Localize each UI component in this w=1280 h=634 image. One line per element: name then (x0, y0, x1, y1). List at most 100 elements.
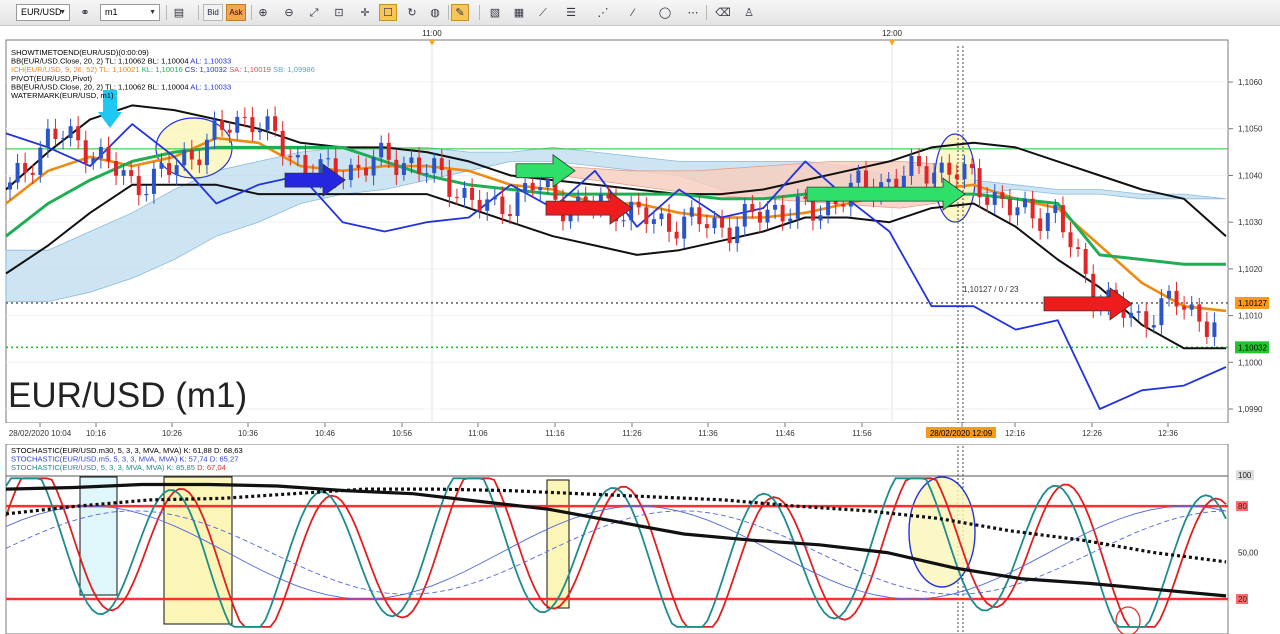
candle-body (1197, 304, 1202, 322)
ask-button[interactable]: Ask (226, 4, 246, 21)
candle-body (470, 187, 475, 200)
candle-body (242, 116, 247, 118)
candle-body (76, 126, 81, 141)
candle-body (83, 140, 88, 164)
candle-body (197, 159, 202, 166)
candle-body (545, 179, 550, 188)
candle-body (401, 163, 406, 175)
candle-body (91, 158, 96, 164)
zoom-out-icon[interactable]: ⊖ (280, 4, 298, 21)
properties-icon[interactable]: ☐ (379, 4, 397, 21)
time-tick-label: 10:16 (86, 429, 107, 438)
crosshair-readout: 1,10127 / 0 / 23 (963, 285, 1019, 294)
candle-body (424, 173, 429, 175)
candle-body (265, 116, 270, 131)
time-tick-label: 12:26 (1082, 429, 1103, 438)
crosshair-icon[interactable]: ✛ (356, 4, 374, 21)
candle-body (1015, 207, 1020, 216)
candle-body (61, 138, 66, 140)
candle-body (1053, 205, 1058, 214)
eraser-icon[interactable]: ⌫ (714, 4, 732, 21)
candle-body (1068, 232, 1073, 248)
legend-item: K: 85,85 (165, 463, 195, 472)
candle-body (523, 183, 528, 193)
price-badge-label: 1,10127 (1238, 299, 1267, 308)
indicators-icon[interactable]: ♙ (740, 4, 758, 21)
bid-button[interactable]: Bid (203, 4, 223, 21)
hlines-icon[interactable]: ☰ (562, 4, 580, 21)
candle-body (356, 164, 361, 168)
candle-body (856, 170, 861, 183)
zoom-area-icon[interactable]: ⊡ (330, 4, 348, 21)
symbol-select[interactable]: EUR/USD ▼ (16, 4, 70, 21)
candle-body (689, 207, 694, 217)
price-badge-label: 1,10032 (1238, 343, 1267, 352)
separator (706, 5, 707, 20)
candle-body (992, 192, 997, 205)
separator (448, 5, 449, 20)
time-tick-label: 12:16 (1005, 429, 1026, 438)
candle-body (364, 167, 369, 176)
candle-body (507, 214, 512, 216)
timeframe-value: m1 (105, 7, 118, 17)
candle-body (417, 157, 422, 174)
shape-icon[interactable]: ◯ (656, 4, 674, 21)
image-icon[interactable]: ▧ (486, 4, 504, 21)
trend-line-icon[interactable]: ⁄ (624, 4, 642, 21)
timeframe-select[interactable]: m1 ▼ (100, 4, 160, 21)
candle-body (667, 213, 672, 232)
legend-item: D: 67,04 (195, 463, 226, 472)
chevron-down-icon: ▼ (149, 9, 156, 16)
candle-body (629, 201, 634, 221)
candle-body (742, 204, 747, 227)
candle-body (257, 130, 262, 133)
price-tick-label: 1,1020 (1238, 265, 1263, 274)
candle-body (636, 201, 641, 208)
candle-body (1151, 325, 1156, 328)
candle-body (818, 215, 823, 221)
separator (479, 5, 480, 20)
candle-body (917, 156, 921, 167)
fit-icon[interactable]: ⤢ (305, 4, 323, 21)
separator (251, 5, 252, 20)
candle-body (348, 164, 353, 181)
globe-icon[interactable]: ◍ (426, 4, 444, 21)
fib-icon[interactable]: ⋰ (594, 4, 612, 21)
time-tick-label: 11:26 (622, 429, 642, 438)
candle-body (8, 182, 12, 190)
chart-type-icon[interactable]: ▤ (170, 4, 188, 21)
candle-body (394, 159, 399, 175)
chart-area: 11:00 12:00 1,0990 1,1000 1,1010 1,1020 1,103… (0, 26, 1280, 634)
time-tick-label: 12:36 (1158, 429, 1179, 438)
candle-body (167, 163, 172, 175)
candle-body (409, 157, 414, 164)
header-time-label: 12:00 (882, 29, 903, 38)
legend-item: WATERMARK(EUR/USD, m1) (11, 91, 114, 100)
candle-body (1030, 198, 1035, 219)
candle-body (727, 227, 732, 244)
candle-body (386, 142, 391, 160)
candle-body (1023, 198, 1028, 208)
candle-body (954, 174, 959, 180)
time-tick-label: 10:36 (238, 429, 259, 438)
candle-body (439, 158, 444, 170)
candle-body (947, 162, 952, 175)
link-icon[interactable]: ⚭ (76, 4, 94, 21)
pen-icon[interactable]: ✎ (451, 4, 469, 21)
highlight-box (546, 479, 570, 609)
price-tick-label: 1,1000 (1238, 358, 1263, 367)
template-icon[interactable]: ▦ (510, 4, 528, 21)
candle-body (454, 196, 459, 198)
candle-body (23, 162, 28, 173)
more-dots-icon[interactable]: ⋯ (684, 4, 702, 21)
candle-body (144, 193, 149, 196)
cursor-time-label: 28/02/2020 12:09 (930, 429, 993, 438)
candle-body (932, 172, 937, 184)
refresh-icon[interactable]: ↻ (403, 4, 421, 21)
stochastic-tick-label: 80 (1238, 502, 1247, 511)
candle-body (659, 213, 664, 220)
candle-body (371, 157, 376, 176)
candle-body (962, 163, 967, 180)
zoom-in-icon[interactable]: ⊕ (254, 4, 272, 21)
line-tools-icon[interactable]: ⟋ (534, 4, 552, 21)
